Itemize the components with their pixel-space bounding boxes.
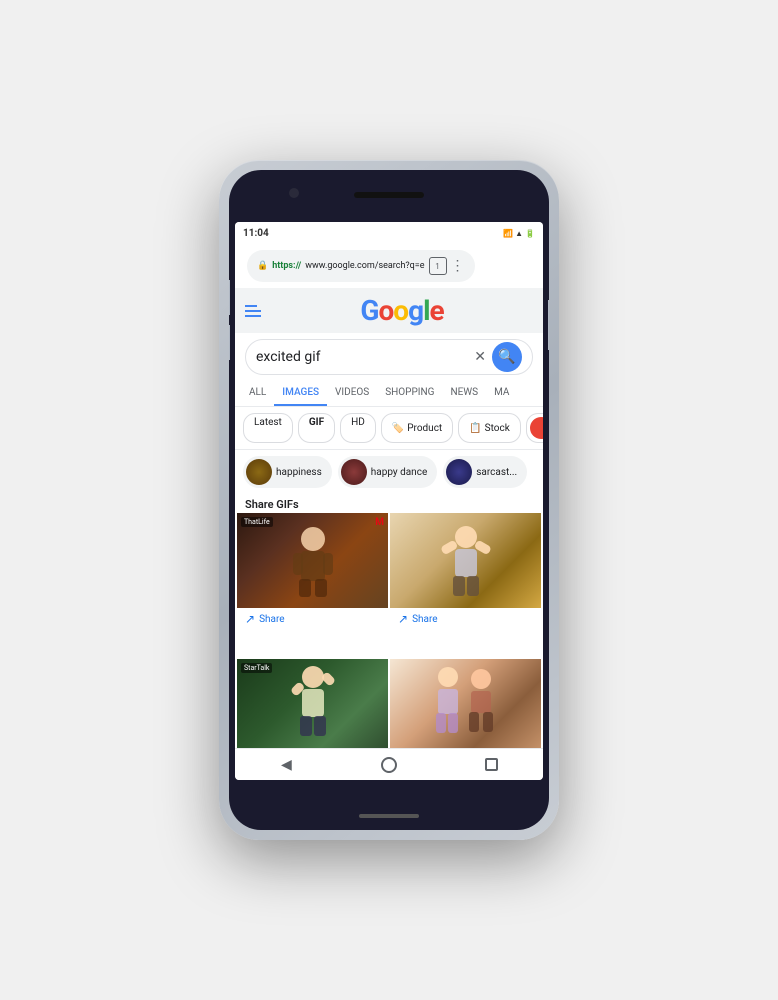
filter-chips: Latest GIF HD 🏷️ Product 📋 Stock — [235, 407, 543, 450]
home-button[interactable] — [380, 756, 398, 774]
section-label: Share GIFs — [235, 494, 543, 513]
related-happiness[interactable]: happiness — [243, 456, 332, 488]
gif-image-2 — [390, 513, 541, 608]
chip-product[interactable]: 🏷️ Product — [381, 413, 453, 443]
clear-search-icon[interactable]: ✕ — [474, 349, 486, 365]
chip-color[interactable] — [526, 413, 543, 443]
chip-stock[interactable]: 📋 Stock — [458, 413, 521, 443]
tab-count-button[interactable]: 1 — [429, 257, 447, 275]
tab-shopping[interactable]: SHOPPING — [377, 381, 442, 406]
tab-videos[interactable]: VIDEOS — [327, 381, 377, 406]
related-sarcastic[interactable]: sarcast... — [443, 456, 527, 488]
gif-grid: ThatLife M ↗ Share — [235, 513, 543, 780]
battery-icon: 🔋 — [525, 229, 535, 238]
gif-image-3 — [237, 659, 388, 754]
related-label: happiness — [276, 467, 322, 478]
home-icon — [381, 757, 397, 773]
camera — [289, 188, 299, 198]
menu-line — [245, 305, 257, 307]
google-logo-text: Google — [360, 294, 443, 327]
phone-bottom-nav: ◀ — [235, 748, 543, 780]
chip-latest[interactable]: Latest — [243, 413, 293, 443]
avatar-sarcastic — [446, 459, 472, 485]
speaker — [354, 192, 424, 198]
phone-screen: 11:04 📶 ▲ 🔋 🔒 https:// www.google.com/se… — [235, 222, 543, 780]
search-bar[interactable]: excited gif ✕ 🔍 — [245, 339, 533, 375]
related-searches: happiness happy dance sarcast... — [235, 450, 543, 494]
lock-icon: 🔒 — [257, 261, 268, 271]
wifi-icon: ▲ — [515, 229, 523, 238]
tab-news[interactable]: NEWS — [442, 381, 486, 406]
menu-line — [245, 310, 261, 312]
google-header: Google — [235, 288, 543, 333]
bottom-indicator — [359, 814, 419, 818]
chip-gif[interactable]: GIF — [298, 413, 335, 443]
recent-apps-icon — [485, 758, 498, 771]
share-button-1[interactable]: ↗ Share — [237, 608, 388, 630]
volume-up-button[interactable] — [229, 280, 230, 315]
avatar-happiness — [246, 459, 272, 485]
search-button[interactable]: 🔍 — [492, 342, 522, 372]
phone-device: 11:04 📶 ▲ 🔋 🔒 https:// www.google.com/se… — [219, 160, 559, 840]
status-time: 11:04 — [243, 228, 269, 239]
menu-line — [245, 315, 261, 317]
gif-m-icon-1: M — [375, 517, 384, 528]
gif-image-4 — [390, 659, 541, 754]
back-icon: ◀ — [281, 757, 292, 773]
hamburger-menu[interactable] — [245, 305, 261, 317]
more-options-icon[interactable]: ⋮ — [451, 258, 465, 274]
url-bar[interactable]: 🔒 https:// www.google.com/search?q=e 1 ⋮ — [247, 250, 475, 282]
related-label: sarcast... — [476, 467, 517, 478]
gif-visual-2 — [436, 521, 496, 601]
power-button[interactable] — [548, 300, 549, 350]
url-bar-row[interactable]: 🔒 https:// www.google.com/search?q=e 1 ⋮ — [235, 244, 543, 288]
gif-image-1 — [237, 513, 388, 608]
tab-all[interactable]: ALL — [241, 381, 274, 406]
search-icon: 🔍 — [498, 349, 515, 365]
volume-down-button[interactable] — [229, 325, 230, 360]
status-bar: 11:04 📶 ▲ 🔋 — [235, 222, 543, 244]
avatar-happy-dance — [341, 459, 367, 485]
status-icons: 📶 ▲ 🔋 — [503, 229, 535, 238]
chip-hd[interactable]: HD — [340, 413, 376, 443]
tab-images[interactable]: IMAGES — [274, 381, 327, 406]
google-logo: Google — [271, 294, 533, 327]
gif-visual-3 — [283, 661, 343, 751]
gif-source-label-3: StarTalk — [241, 663, 272, 673]
related-label: happy dance — [371, 467, 427, 478]
color-swatch — [530, 417, 543, 439]
share-icon-1: ↗ — [245, 612, 255, 626]
search-input[interactable]: excited gif — [256, 349, 474, 365]
back-button[interactable]: ◀ — [277, 756, 295, 774]
https-label: https:// — [272, 261, 301, 271]
url-text: www.google.com/search?q=e — [305, 261, 424, 271]
gif-item-2[interactable]: ↗ Share — [390, 513, 541, 657]
share-icon-2: ↗ — [398, 612, 408, 626]
signal-icon: 📶 — [503, 229, 513, 238]
gif-item-1[interactable]: ThatLife M ↗ Share — [237, 513, 388, 657]
share-label-1: Share — [259, 614, 284, 625]
share-button-2[interactable]: ↗ Share — [390, 608, 541, 630]
tab-more[interactable]: MA — [486, 381, 517, 406]
recent-apps-button[interactable] — [483, 756, 501, 774]
phone-body: 11:04 📶 ▲ 🔋 🔒 https:// www.google.com/se… — [229, 170, 549, 830]
gif-source-label-1: ThatLife — [241, 517, 273, 527]
gif-visual-1 — [283, 521, 343, 601]
search-tabs: ALL IMAGES VIDEOS SHOPPING NEWS MA — [235, 381, 543, 407]
gif-visual-4 — [426, 661, 506, 751]
share-label-2: Share — [412, 614, 437, 625]
related-happy-dance[interactable]: happy dance — [338, 456, 437, 488]
